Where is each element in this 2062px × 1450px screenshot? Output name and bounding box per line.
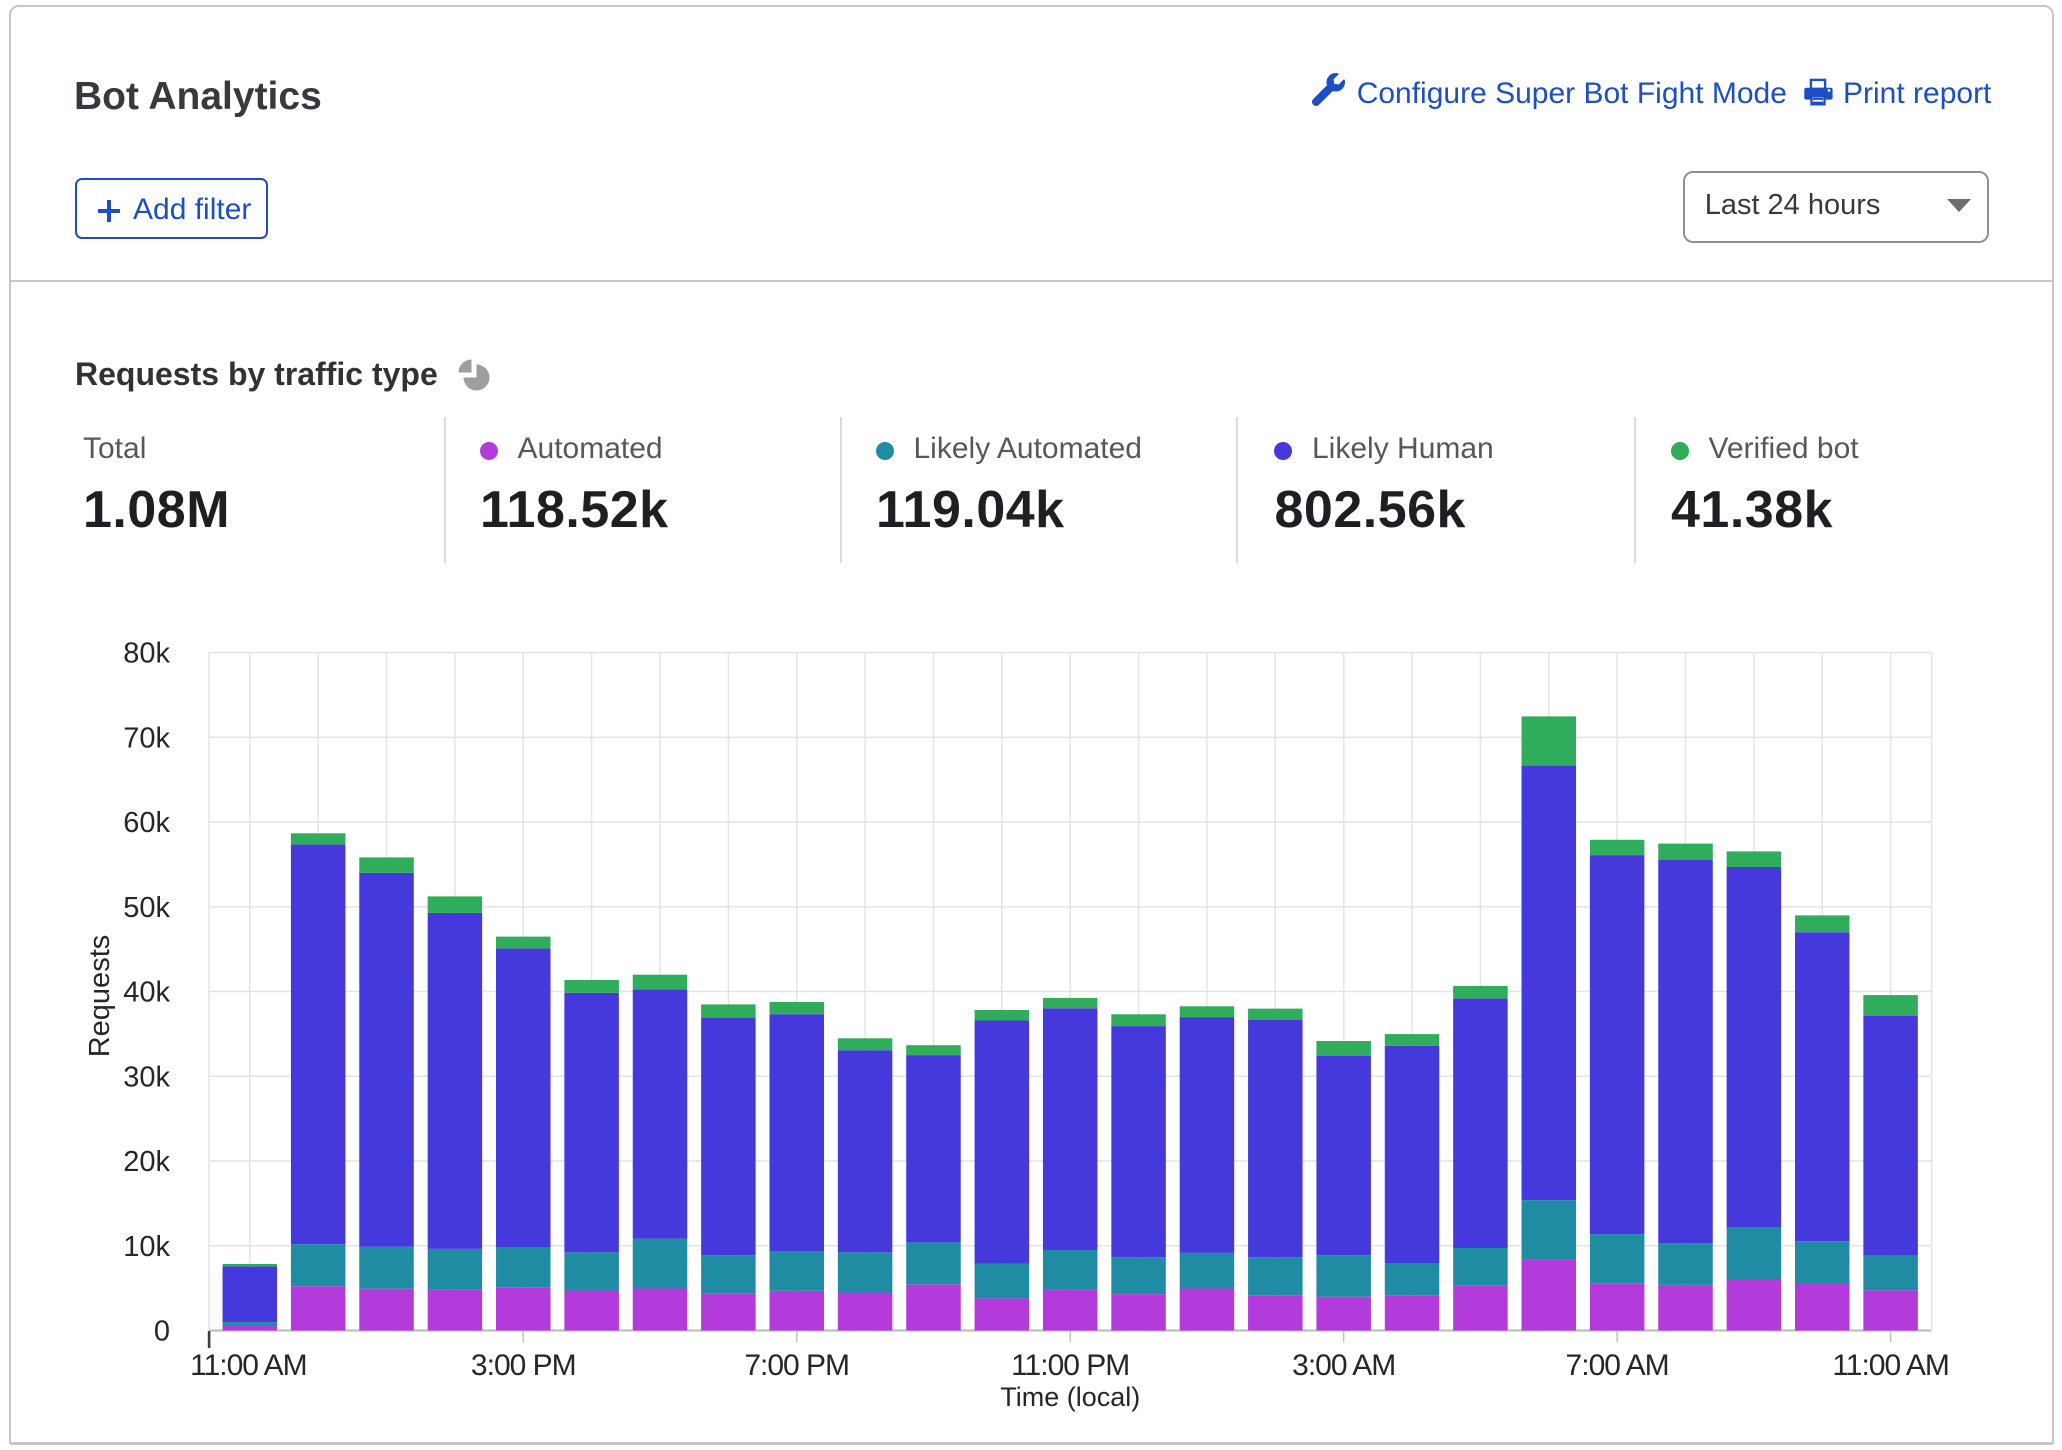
svg-text:80k: 80k	[123, 638, 170, 670]
svg-text:10k: 10k	[123, 1231, 170, 1263]
svg-text:7:00 AM: 7:00 AM	[1566, 1349, 1669, 1382]
svg-text:11:00 PM: 11:00 PM	[1011, 1349, 1129, 1382]
svg-text:50k: 50k	[123, 892, 170, 924]
svg-text:70k: 70k	[123, 723, 170, 755]
svg-text:7:00 PM: 7:00 PM	[744, 1349, 849, 1382]
svg-text:3:00 AM: 3:00 AM	[1292, 1349, 1395, 1382]
svg-text:20k: 20k	[123, 1146, 170, 1178]
svg-text:30k: 30k	[123, 1062, 170, 1094]
svg-text:60k: 60k	[123, 807, 170, 839]
svg-text:0: 0	[154, 1316, 170, 1348]
svg-text:11:00 AM: 11:00 AM	[190, 1349, 307, 1382]
svg-text:40k: 40k	[123, 977, 170, 1009]
svg-text:Time (local): Time (local)	[1000, 1382, 1140, 1412]
svg-text:Requests: Requests	[84, 935, 116, 1058]
svg-text:3:00 PM: 3:00 PM	[471, 1349, 576, 1382]
svg-text:11:00 AM: 11:00 AM	[1832, 1349, 1949, 1382]
